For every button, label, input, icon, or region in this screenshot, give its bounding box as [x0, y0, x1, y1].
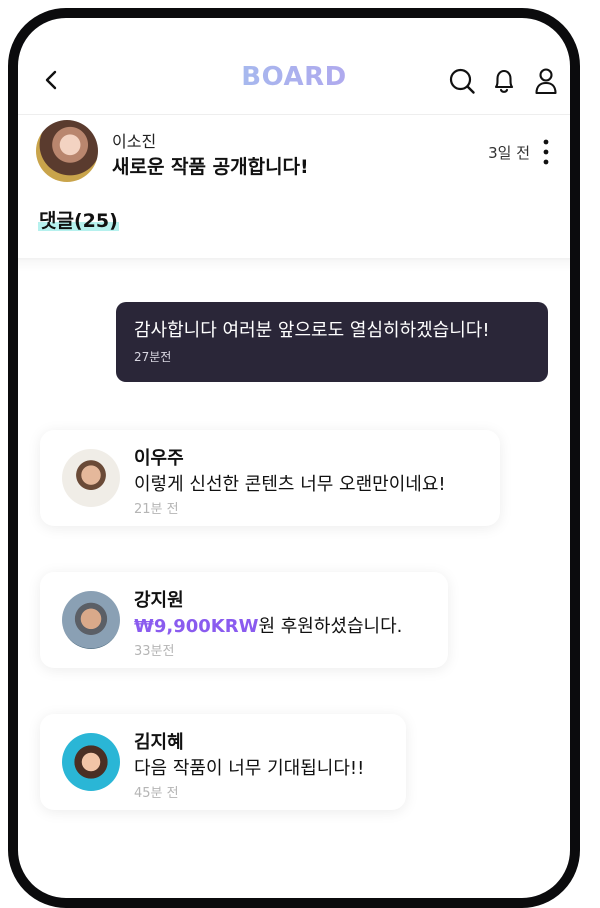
post-author-name: 이소진	[112, 132, 157, 151]
comments-count: 댓글(25)	[38, 206, 119, 233]
own-comment-text: 감사합니다 여러분 앞으로도 열심히하겠습니다!	[134, 320, 490, 341]
comment-author: 이우주	[134, 448, 184, 469]
bell-icon[interactable]	[490, 66, 518, 96]
comment-time: 45분 전	[134, 786, 179, 801]
comment-time: 33분전	[134, 644, 175, 659]
header-divider	[18, 114, 570, 115]
post-title: 새로운 작품 공개합니다!	[112, 156, 309, 178]
comment-text: 다음 작품이 너무 기대됩니다!!	[134, 758, 365, 779]
screen: BOARD 이소진 새로운 작품 공개합니다! 3일 전 댓글(25) 감사합니…	[18, 18, 570, 898]
post-author-avatar[interactable]	[36, 120, 98, 182]
donation-amount: ₩9,900KRW	[134, 616, 259, 637]
avatar[interactable]	[62, 733, 120, 791]
comment-card[interactable]: 강지원 ₩9,900KRW원 후원하셨습니다. 33분전	[40, 572, 448, 668]
section-divider	[18, 258, 570, 272]
comment-author: 강지원	[134, 590, 184, 611]
comment-text: 이렇게 신선한 콘텐츠 너무 오랜만이네요!	[134, 474, 446, 495]
own-comment-bubble[interactable]: 감사합니다 여러분 앞으로도 열심히하겠습니다! 27분전	[116, 302, 548, 382]
own-comment-time: 27분전	[134, 350, 172, 364]
search-icon[interactable]	[448, 66, 476, 96]
phone-frame: BOARD 이소진 새로운 작품 공개합니다! 3일 전 댓글(25) 감사합니…	[8, 8, 580, 908]
avatar[interactable]	[62, 449, 120, 507]
user-icon[interactable]	[532, 66, 560, 96]
more-options-icon[interactable]	[542, 138, 550, 166]
post-time: 3일 전	[488, 144, 530, 162]
comment-card[interactable]: 김지혜 다음 작품이 너무 기대됩니다!! 45분 전	[40, 714, 406, 810]
donation-text: 원 후원하셨습니다.	[258, 616, 403, 637]
header-actions	[448, 66, 560, 96]
comment-time: 21분 전	[134, 502, 179, 517]
comment-card[interactable]: 이우주 이렇게 신선한 콘텐츠 너무 오랜만이네요! 21분 전	[40, 430, 500, 526]
avatar[interactable]	[62, 591, 120, 649]
comment-text: ₩9,900KRW원 후원하셨습니다.	[134, 612, 402, 638]
comment-author: 김지혜	[134, 732, 184, 753]
top-bar: BOARD	[18, 52, 570, 108]
